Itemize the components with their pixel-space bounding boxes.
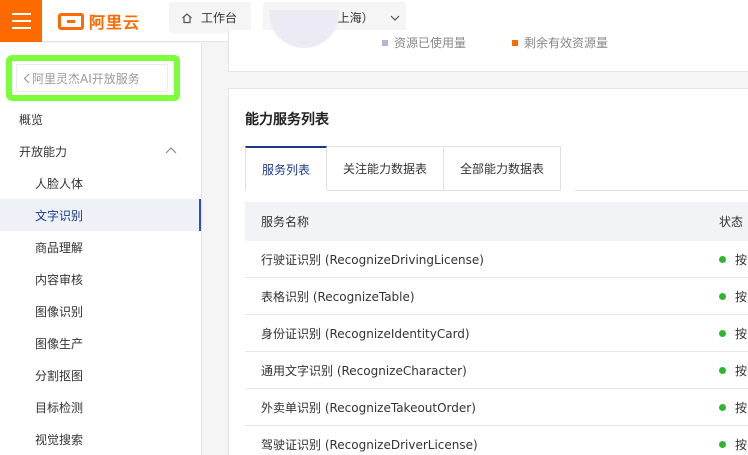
sidebar-item-label: 人脸人体 [35, 176, 84, 191]
sidebar-item-label: 开放能力 [19, 144, 68, 159]
service-name[interactable]: 外卖单识别 (RecognizeTakeoutOrder) [261, 399, 476, 416]
service-name[interactable]: 通用文字识别 (RecognizeCharacter) [261, 362, 467, 379]
sidebar: 阿里灵杰AI开放服务 概览 开放能力 人脸人体 文字识别 商品理解 内容审核 图… [0, 43, 202, 455]
service-status: 按 [719, 251, 747, 268]
status-text: 按 [735, 289, 748, 304]
status-text: 按 [735, 252, 748, 267]
table-row[interactable]: 通用文字识别 (RecognizeCharacter) 按 [245, 352, 748, 389]
sidebar-item-label: 分割抠图 [35, 368, 84, 383]
workbench-button[interactable]: 工作台 [169, 2, 251, 33]
sidebar-item-visual-search[interactable]: 视觉搜索 [0, 423, 201, 455]
sidebar-item-label: 目标检测 [35, 400, 84, 415]
sidebar-item-open-capabilities[interactable]: 开放能力 [0, 135, 201, 167]
service-name[interactable]: 行驶证识别 (RecognizeDrivingLicense) [261, 251, 484, 268]
status-dot-icon [719, 329, 726, 337]
sidebar-item-segmentation[interactable]: 分割抠图 [0, 359, 201, 391]
sidebar-item-label: 视觉搜索 [35, 432, 84, 447]
chevron-down-icon [390, 15, 400, 21]
home-icon [182, 12, 192, 23]
service-status: 按 [719, 436, 747, 453]
service-name[interactable]: 身份证识别 (RecognizeIdentityCard) [261, 325, 470, 342]
sidebar-item-moderation[interactable]: 内容审核 [0, 263, 201, 295]
service-status: 按 [719, 399, 747, 416]
sidebar-item-object-detection[interactable]: 目标检测 [0, 391, 201, 423]
service-name[interactable]: 表格识别 (RecognizeTable) [261, 288, 415, 305]
tab-followed-capabilities[interactable]: 关注能力数据表 [327, 146, 445, 191]
sidebar-item-overview[interactable]: 概览 [0, 103, 201, 135]
table-row[interactable]: 外卖单识别 (RecognizeTakeoutOrder) 按 [245, 389, 748, 426]
legend-used: 资源已使用量 [382, 34, 466, 51]
service-list-card: 能力服务列表 服务列表 关注能力数据表 全部能力数据表 服务名称 状态 行驶证识… [228, 88, 748, 455]
legend-remaining-swatch [512, 39, 518, 46]
tab-divider [575, 190, 748, 191]
logo-text: 阿里云 [89, 13, 141, 32]
status-dot-icon [719, 292, 726, 300]
logo-mark-icon [58, 12, 84, 30]
sidebar-item-label: 文字识别 [35, 208, 84, 223]
sidebar-item-image-recognition[interactable]: 图像识别 [0, 295, 201, 327]
tab-all-capabilities[interactable]: 全部能力数据表 [444, 146, 562, 191]
status-dot-icon [719, 366, 726, 374]
aliyun-logo[interactable]: 阿里云 [58, 8, 140, 34]
service-status: 按 [719, 325, 747, 342]
sidebar-item-face-body[interactable]: 人脸人体 [0, 167, 201, 199]
status-text: 按 [735, 326, 748, 341]
service-status: 按 [719, 288, 747, 305]
table-row[interactable]: 驾驶证识别 (RecognizeDriverLicense) 按 [245, 426, 748, 455]
column-header-status: 状态 [719, 215, 744, 229]
status-text: 按 [735, 363, 748, 378]
service-status: 按 [719, 362, 747, 379]
status-dot-icon [719, 440, 726, 448]
service-table: 服务名称 状态 行驶证识别 (RecognizeDrivingLicense) … [245, 202, 748, 455]
status-dot-icon [719, 255, 726, 263]
menu-icon[interactable] [0, 0, 42, 42]
sidebar-item-label: 图像识别 [35, 304, 84, 319]
service-name[interactable]: 驾驶证识别 (RecognizeDriverLicense) [261, 436, 478, 453]
chevron-left-icon [23, 73, 30, 83]
sidebar-item-image-production[interactable]: 图像生产 [0, 327, 201, 359]
table-row[interactable]: 身份证识别 (RecognizeIdentityCard) 按 [245, 315, 748, 352]
status-text: 按 [735, 400, 748, 415]
workbench-label: 工作台 [201, 11, 238, 25]
back-to-product-link[interactable]: 阿里灵杰AI开放服务 [16, 64, 168, 92]
sidebar-item-label: 商品理解 [35, 240, 84, 255]
table-row[interactable]: 行驶证识别 (RecognizeDrivingLicense) 按 [245, 241, 748, 278]
usage-ring-fragment [269, 10, 339, 48]
card-title: 能力服务列表 [245, 112, 329, 128]
legend-remaining: 剩余有效资源量 [512, 34, 608, 51]
legend-remaining-label: 剩余有效资源量 [524, 36, 609, 50]
sidebar-item-label: 内容审核 [35, 272, 84, 287]
tab-bar: 服务列表 关注能力数据表 全部能力数据表 [245, 146, 562, 191]
legend-used-swatch [382, 39, 388, 46]
legend-used-label: 资源已使用量 [394, 36, 467, 50]
table-row[interactable]: 表格识别 (RecognizeTable) 按 [245, 278, 748, 315]
chevron-up-icon [165, 147, 177, 154]
column-header-name: 服务名称 [261, 215, 310, 229]
status-text: 按 [735, 437, 748, 452]
back-label: 阿里灵杰AI开放服务 [32, 71, 140, 86]
highlight-box: 阿里灵杰AI开放服务 [6, 55, 180, 101]
tab-service-list[interactable]: 服务列表 [245, 146, 328, 191]
sidebar-item-ocr[interactable]: 文字识别 [0, 199, 201, 231]
sidebar-item-label: 图像生产 [35, 336, 84, 351]
sidebar-item-goods[interactable]: 商品理解 [0, 231, 201, 263]
sidebar-item-label: 概览 [19, 112, 44, 127]
status-dot-icon [719, 403, 726, 411]
table-header: 服务名称 状态 [245, 202, 748, 241]
resource-usage-card: 资源已使用量 剩余有效资源量 [228, 10, 748, 72]
